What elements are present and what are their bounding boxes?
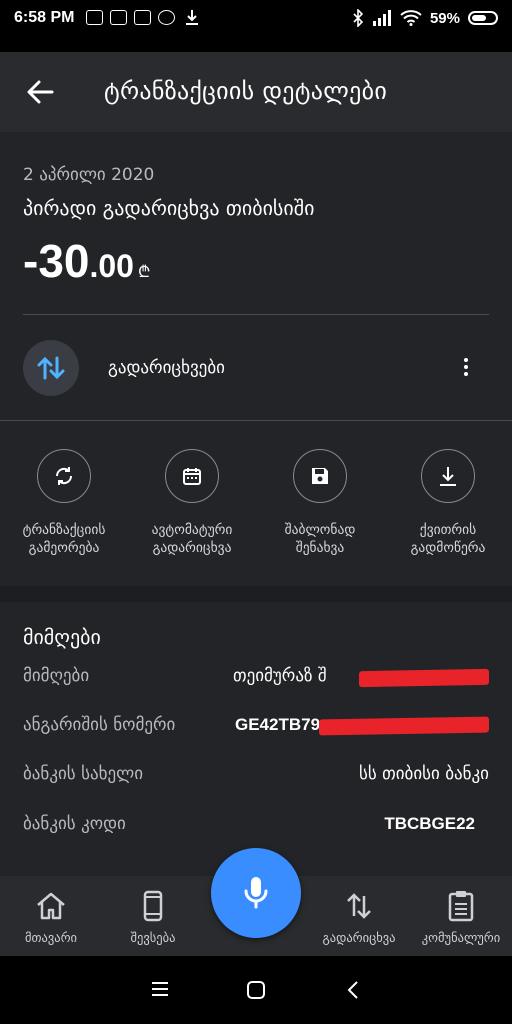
row-key: ბანკის სახელი bbox=[23, 764, 143, 784]
bank-code-row: ბანკის კოდი TBCBGE22 bbox=[23, 814, 489, 844]
app-bar: ტრანზაქციის დეტალები bbox=[0, 52, 512, 132]
transaction-amount: -30.00 ₾ bbox=[23, 234, 150, 288]
clipboard-icon bbox=[448, 891, 474, 922]
repeat-icon-circle bbox=[37, 449, 91, 503]
nav-label: მთავარი bbox=[24, 930, 78, 945]
action-label: შაბლონად შენახვა bbox=[284, 522, 356, 556]
redaction-mark bbox=[319, 716, 489, 736]
battery-icon bbox=[468, 11, 498, 25]
message-notification-icon bbox=[86, 10, 103, 25]
download-notification-icon bbox=[186, 10, 198, 25]
battery-percent: 59% bbox=[429, 9, 460, 27]
amount-integer: -30 bbox=[23, 235, 90, 287]
status-time: 6:58 PM bbox=[14, 9, 75, 26]
calendar-icon bbox=[183, 468, 201, 485]
download-icon-circle bbox=[421, 449, 475, 503]
auto-transfer-button[interactable]: ავტომატური გადარიცხვა bbox=[128, 449, 256, 557]
phone-icon bbox=[143, 890, 163, 922]
row-value: GE42TB79 bbox=[235, 715, 321, 734]
microphone-icon bbox=[244, 877, 268, 909]
nav-label: კომუნალური bbox=[421, 930, 501, 945]
voice-assistant-button[interactable] bbox=[211, 848, 301, 938]
save-icon bbox=[312, 468, 328, 484]
row-value: TBCBGE22 bbox=[384, 814, 475, 833]
system-back-icon[interactable] bbox=[346, 980, 360, 1000]
download-icon bbox=[440, 467, 456, 486]
category-row[interactable]: გადარიცხვები bbox=[0, 316, 512, 420]
back-arrow-icon[interactable] bbox=[22, 74, 58, 110]
nav-label: გადარიცხვა bbox=[322, 930, 396, 945]
download-receipt-button[interactable]: ქვითრის გადმოწერა bbox=[384, 449, 512, 557]
save-template-button[interactable]: შაბლონად შენახვა bbox=[256, 449, 384, 557]
amount-decimal: .00 bbox=[89, 248, 134, 284]
nav-utilities[interactable]: კომუნალური bbox=[410, 888, 512, 945]
row-value: სს თიბისი ბანკი bbox=[358, 764, 489, 784]
transaction-details: 2 აპრილი 2020 პირადი გადარიცხვა თიბისიში… bbox=[0, 132, 512, 876]
repeat-icon bbox=[55, 467, 73, 485]
category-label: გადარიცხვები bbox=[108, 358, 225, 378]
bluetooth-icon bbox=[353, 9, 364, 27]
transaction-description: პირადი გადარიცხვა თიბისიში bbox=[23, 196, 315, 220]
action-label: ავტომატური გადარიცხვა bbox=[151, 522, 233, 556]
more-options-icon[interactable] bbox=[459, 356, 473, 380]
nav-topup[interactable]: შევსება bbox=[102, 888, 204, 945]
recent-apps-icon[interactable] bbox=[150, 980, 170, 998]
recipient-name-row: მიმღები თეიმურაზ შ bbox=[23, 666, 489, 696]
save-icon-circle bbox=[293, 449, 347, 503]
signal-icon bbox=[372, 10, 391, 26]
chat-notification-icon bbox=[158, 10, 175, 25]
row-key: მიმღები bbox=[23, 666, 90, 686]
page-title: ტრანზაქციის დეტალები bbox=[104, 77, 388, 105]
row-key: ბანკის კოდი bbox=[23, 814, 126, 834]
bank-name-row: ბანკის სახელი სს თიბისი ბანკი bbox=[23, 764, 489, 794]
system-navigation-bar bbox=[0, 956, 512, 1024]
transaction-summary: 2 აპრილი 2020 პირადი გადარიცხვა თიბისიში… bbox=[0, 132, 512, 586]
upload-notification-icon bbox=[110, 10, 127, 25]
redaction-mark bbox=[359, 668, 489, 688]
row-value: თეიმურაზ შ bbox=[233, 666, 327, 686]
repeat-transaction-button[interactable]: ტრანზაქციის გამეორება bbox=[0, 449, 128, 557]
home-icon bbox=[37, 892, 65, 920]
nav-home[interactable]: მთავარი bbox=[0, 888, 102, 945]
home-square-icon[interactable] bbox=[246, 980, 266, 1000]
nav-label: შევსება bbox=[130, 930, 176, 945]
calendar-icon-circle bbox=[165, 449, 219, 503]
action-buttons: ტრანზაქციის გამეორება ავტომატური გადარიც… bbox=[0, 421, 512, 586]
action-label: ტრანზაქციის გამეორება bbox=[22, 522, 106, 556]
currency-symbol: ₾ bbox=[137, 264, 151, 281]
transaction-date: 2 აპრილი 2020 bbox=[23, 165, 155, 185]
row-key: ანგარიშის ნომერი bbox=[23, 715, 176, 735]
category-icon-circle bbox=[23, 340, 79, 396]
status-bar: 6:58 PM 59% bbox=[0, 0, 512, 52]
mail-notification-icon bbox=[134, 10, 151, 25]
wifi-icon bbox=[400, 10, 422, 26]
divider bbox=[23, 314, 489, 315]
recipient-section: მიმღები მიმღები თეიმურაზ შ ანგარიშის ნომ… bbox=[0, 602, 512, 876]
account-number-row: ანგარიშის ნომერი GE42TB79 bbox=[23, 715, 489, 745]
recipient-section-title: მიმღები bbox=[23, 625, 101, 649]
action-label: ქვითრის გადმოწერა bbox=[410, 522, 486, 556]
nav-transfer[interactable]: გადარიცხვა bbox=[308, 888, 410, 945]
transfer-arrows-icon bbox=[37, 356, 65, 380]
transfer-icon bbox=[347, 893, 371, 919]
